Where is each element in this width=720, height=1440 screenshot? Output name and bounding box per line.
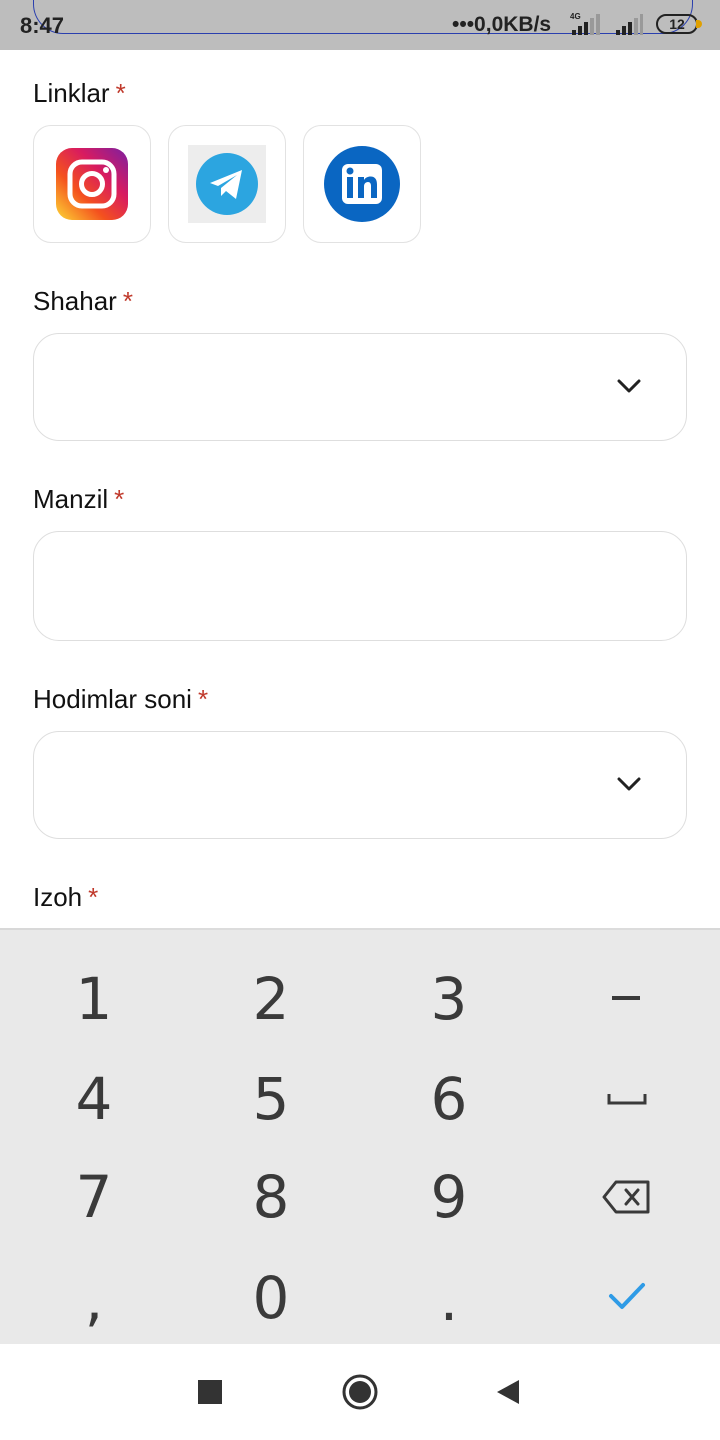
backspace-icon xyxy=(602,1180,650,1214)
home-circle-icon xyxy=(342,1374,378,1410)
space-icon xyxy=(607,1094,647,1105)
key-8[interactable]: 8 xyxy=(191,1147,351,1247)
chevron-down-icon xyxy=(617,777,641,791)
battery-level: 12 xyxy=(669,16,685,32)
key-backspace[interactable] xyxy=(547,1147,707,1247)
square-icon xyxy=(198,1380,222,1404)
comment-label: Izoh * xyxy=(33,882,98,913)
employees-label-text: Hodimlar soni xyxy=(33,684,192,714)
comment-label-text: Izoh xyxy=(33,882,83,912)
key-done[interactable] xyxy=(547,1246,707,1346)
chevron-down-icon xyxy=(617,379,641,393)
instagram-link-button[interactable] xyxy=(33,125,151,243)
city-label-text: Shahar xyxy=(33,286,117,316)
social-links-row xyxy=(33,125,421,243)
employees-select[interactable] xyxy=(33,731,687,839)
svg-text:4G: 4G xyxy=(570,12,581,21)
required-mark: * xyxy=(122,286,133,316)
status-bar: 8:47 •••0,0KB/s 4G 12 xyxy=(0,0,720,50)
signal-4g-icon: 4G xyxy=(570,12,600,35)
linkedin-link-button[interactable] xyxy=(303,125,421,243)
battery-icon: 12 xyxy=(656,14,702,34)
key-4[interactable]: 4 xyxy=(14,1049,174,1149)
status-time: 8:47 xyxy=(20,13,65,38)
required-mark: * xyxy=(115,78,126,108)
city-select[interactable] xyxy=(33,333,687,441)
required-mark: * xyxy=(114,484,125,514)
telegram-icon xyxy=(188,145,266,223)
key-5[interactable]: 5 xyxy=(191,1049,351,1149)
address-label: Manzil * xyxy=(33,484,124,515)
links-label-text: Linklar xyxy=(33,78,110,108)
key-minus[interactable] xyxy=(547,949,707,1049)
links-label: Linklar * xyxy=(33,78,126,109)
network-speed: •••0,0KB/s xyxy=(452,13,552,36)
key-period[interactable]: . xyxy=(369,1250,529,1350)
key-0[interactable]: 0 xyxy=(191,1248,351,1348)
signal-icon xyxy=(616,14,643,35)
numeric-keyboard: 1 2 3 4 5 6 7 8 9 , 0 . xyxy=(0,928,720,1344)
key-space[interactable] xyxy=(547,1049,707,1149)
back-triangle-icon xyxy=(497,1380,519,1404)
employees-label: Hodimlar soni * xyxy=(33,684,208,715)
telegram-link-button[interactable] xyxy=(168,125,286,243)
address-input[interactable] xyxy=(34,532,686,640)
key-1[interactable]: 1 xyxy=(14,949,174,1049)
minus-icon xyxy=(612,996,640,1000)
key-6[interactable]: 6 xyxy=(369,1049,529,1149)
linkedin-icon xyxy=(324,146,400,222)
key-comma[interactable]: , xyxy=(14,1250,174,1350)
required-mark: * xyxy=(88,882,99,912)
address-label-text: Manzil xyxy=(33,484,109,514)
back-button[interactable] xyxy=(488,1372,528,1412)
key-3[interactable]: 3 xyxy=(369,949,529,1049)
city-label: Shahar * xyxy=(33,286,133,317)
key-9[interactable]: 9 xyxy=(369,1147,529,1247)
key-7[interactable]: 7 xyxy=(14,1147,174,1247)
recents-button[interactable] xyxy=(190,1372,230,1412)
key-2[interactable]: 2 xyxy=(191,949,351,1049)
check-icon xyxy=(609,1283,645,1309)
instagram-icon xyxy=(56,148,128,220)
navigation-bar xyxy=(0,1344,720,1440)
required-mark: * xyxy=(197,684,209,714)
home-button[interactable] xyxy=(340,1372,380,1412)
address-field[interactable] xyxy=(33,531,687,641)
